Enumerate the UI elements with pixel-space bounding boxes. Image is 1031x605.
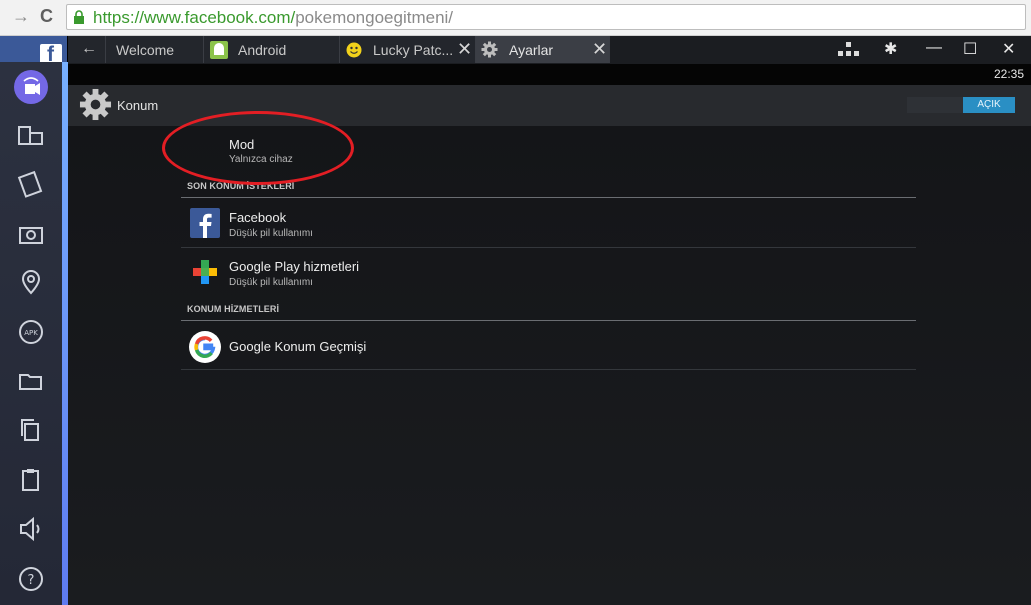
- section-header-services: KONUM HİZMETLERİ: [187, 304, 280, 314]
- android-icon: [210, 41, 228, 59]
- location-toggle[interactable]: AÇIK: [963, 97, 1015, 113]
- location-pin-icon[interactable]: [17, 268, 45, 296]
- back-arrow-icon: ←: [81, 40, 97, 57]
- smiley-icon: [346, 42, 362, 58]
- list-item-google-play-services[interactable]: Google Play hizmetleri Düşük pil kullanı…: [181, 248, 916, 296]
- settings-gear-icon[interactable]: [79, 88, 112, 121]
- page-title: Konum: [117, 98, 159, 113]
- close-tab-icon[interactable]: ✕: [457, 39, 472, 60]
- browser-toolbar: → C https://www.facebook.com/pokemongoeg…: [0, 0, 1031, 36]
- back-button[interactable]: ←: [68, 36, 106, 63]
- forward-arrow-icon[interactable]: →: [12, 6, 30, 27]
- svg-text:APK: APK: [24, 329, 38, 337]
- facebook-icon: [190, 208, 220, 238]
- location-toggle-track[interactable]: [907, 97, 963, 113]
- multi-instance-icon[interactable]: [17, 122, 45, 150]
- reload-icon[interactable]: C: [40, 6, 53, 27]
- tab-welcome[interactable]: Welcome: [106, 36, 204, 63]
- broadcast-button[interactable]: [14, 70, 48, 104]
- google-play-services-icon: [193, 260, 217, 284]
- volume-icon[interactable]: [17, 515, 45, 543]
- camera-icon[interactable]: [17, 220, 45, 248]
- maximize-icon[interactable]: ☐: [963, 39, 977, 59]
- broadcast-icon: [23, 77, 40, 95]
- tab-lucky-patcher[interactable]: Lucky Patc... ✕: [340, 36, 476, 63]
- help-icon[interactable]: ?: [17, 565, 45, 593]
- address-bar[interactable]: https://www.facebook.com/pokemongoegitme…: [66, 4, 1026, 30]
- minimize-icon[interactable]: —: [926, 39, 942, 57]
- list-item-facebook[interactable]: Facebook Düşük pil kullanımı: [181, 198, 916, 248]
- settings-gear-icon: [481, 41, 498, 58]
- list-item-google-location-history[interactable]: Google Konum Geçmişi: [181, 321, 916, 370]
- status-time: 22:35: [993, 67, 1024, 81]
- google-icon: [189, 331, 221, 363]
- copy-icon[interactable]: [17, 416, 45, 444]
- close-tab-icon[interactable]: ✕: [592, 39, 607, 60]
- status-bar: [68, 64, 1031, 85]
- close-window-icon[interactable]: ✕: [1002, 39, 1015, 59]
- svg-text:?: ?: [28, 573, 35, 588]
- rotate-screen-icon[interactable]: [17, 170, 45, 198]
- tab-android[interactable]: Android: [204, 36, 340, 63]
- apk-install-icon[interactable]: APK: [17, 318, 45, 346]
- paste-icon[interactable]: [17, 466, 45, 494]
- lock-icon: [74, 10, 84, 24]
- url-text: https://www.facebook.com/pokemongoegitme…: [93, 8, 454, 27]
- keyboard-mapping-icon[interactable]: [838, 42, 860, 58]
- settings-icon[interactable]: ✱: [884, 39, 897, 59]
- folder-icon[interactable]: [17, 367, 45, 395]
- tab-ayarlar[interactable]: Ayarlar ✕: [476, 36, 610, 63]
- annotation-ellipse: [162, 111, 354, 185]
